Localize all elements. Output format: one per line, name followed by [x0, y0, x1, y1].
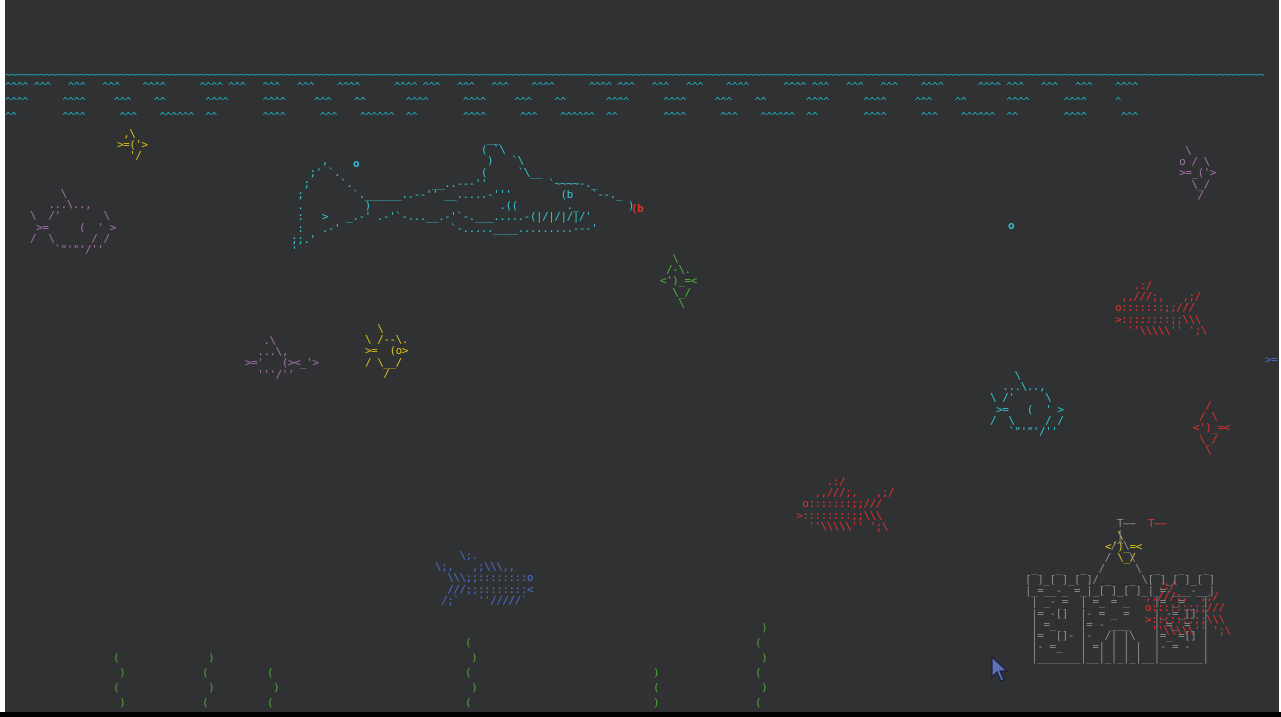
- fish-round-right: \ ...\.., \ /' \ >= ( ' > / \ / / `"'"'/…: [990, 369, 1064, 439]
- mouse-pointer-icon: [991, 655, 1009, 682]
- shark: __ ( `\ , ) `\ ;' `. ( `\__ ; `. __..---…: [291, 132, 634, 258]
- bubble-2: o: [353, 157, 360, 170]
- water-surface-line-2: ^^^^ ^^^ ^^^ ^^^ ^^^^ ^^^^ ^^^ ^^^ ^^^ ^…: [5, 81, 1138, 93]
- fish-round-left: \ ...\.., \ /' \ >= ( ' > / \ / / `"'"'/…: [30, 187, 116, 257]
- seaweed-4: ( ) ( ) ( ): [465, 636, 478, 712]
- fish-middle-right: \ \ /--\. >= (o> / \__/ /: [365, 322, 408, 380]
- water-surface-line-1: ~~~~~~~~~~~~~~~~~~~~~~~~~~~~~~~~~~~~~~~~…: [5, 69, 1264, 81]
- fish-middle-left: .\ ...\, >=' (><_'> '''/'': [245, 334, 319, 381]
- bubble-1: o: [1008, 219, 1015, 232]
- fish-small-top-left: ,\ >=('> '/: [117, 127, 148, 163]
- seaweed-1: ( ) ( ): [113, 651, 126, 709]
- water-surface-line-4: ^^ ^^^^ ^^^ ^^^^^^ ^^ ^^^^ ^^^ ^^^^^^ ^^…: [5, 111, 1138, 123]
- seaweed-3: ( ) (: [267, 666, 280, 709]
- fish-under-shark: \ /-\. <')_=< \_/ \: [660, 252, 697, 310]
- window-edge-left: [0, 0, 5, 717]
- water-surface-line-3: ^^^^ ^^^^ ^^^ ^^ ^^^^ ^^^^ ^^^ ^^ ^^^^ ^…: [5, 96, 1121, 108]
- fish-diamond-right: / / \ <')_=< \_/ \: [1193, 399, 1230, 457]
- seaweed-5: ) ( ) (: [653, 666, 660, 712]
- fish-striped-center: .:/ ,,///;, ,;/ o:::::::;;/// >::::::::;…: [796, 475, 895, 533]
- aquarium-scene: ~~~~~~~~~~~~~~~~~~~~~~~~~~~~~~~~~~~~~~~~…: [5, 0, 1279, 712]
- seaweed-6: ) ( ) ( ) ( ): [755, 621, 768, 712]
- fish-striped-right: .:/ ,,///;, ,;/ o:::::::;;/// >::::::::;…: [1115, 279, 1207, 337]
- castle-flag: T~~: [1148, 517, 1167, 530]
- fish-striped-bottom: \;. \;, ,;\\\,, \\\;;::::::::o ///;;::::…: [435, 549, 533, 607]
- seaweed-2: ) ( ) (: [202, 651, 215, 709]
- fish-edge-right: >=: [1265, 353, 1278, 366]
- fish-top-right: \ o / \ >=_('> \_/ /: [1179, 144, 1216, 202]
- terminal-window[interactable]: ~~~~~~~~~~~~~~~~~~~~~~~~~~~~~~~~~~~~~~~~…: [5, 0, 1279, 712]
- shark-eye: (b: [631, 202, 644, 215]
- window-edge-bottom: [0, 712, 1281, 717]
- castle: T~~ | /^\ / \ _ _ _ / \ _ _ _ [ ]_[ ]_[ …: [1025, 517, 1215, 665]
